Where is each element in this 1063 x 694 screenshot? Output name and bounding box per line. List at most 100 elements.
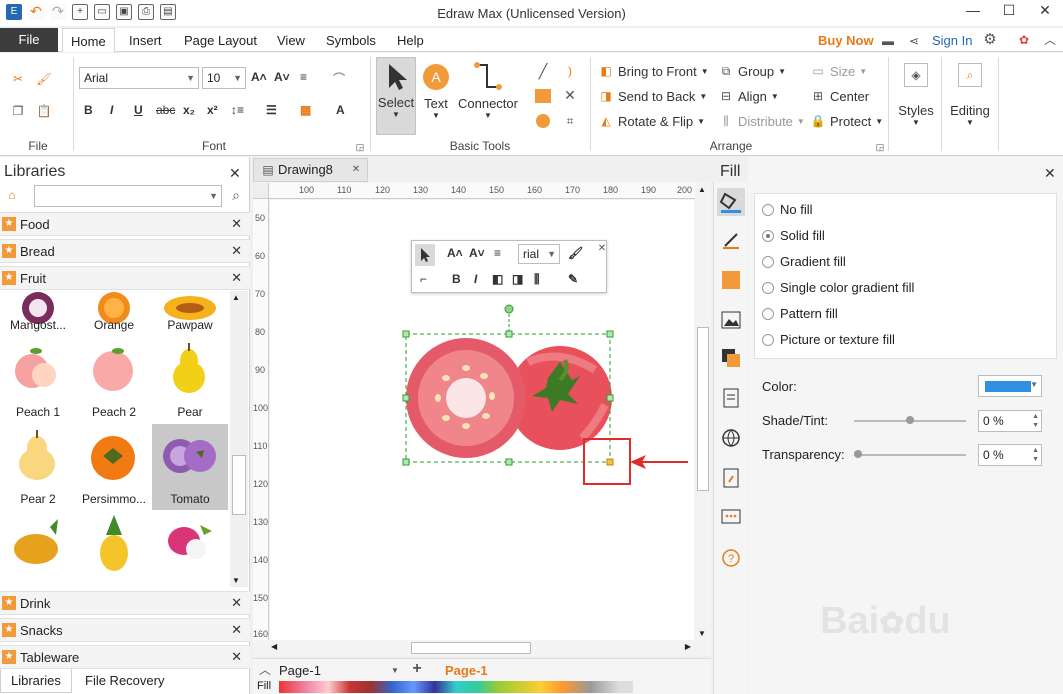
scroll-down-icon[interactable]: ▼ xyxy=(698,629,706,638)
arc-icon[interactable]: ) xyxy=(562,63,578,79)
scroll-up-icon[interactable]: ▲ xyxy=(232,293,240,302)
bold-icon[interactable]: B xyxy=(452,272,461,286)
close-icon[interactable]: ✕ xyxy=(229,165,241,182)
rotate-flip-button[interactable]: ◭ Rotate & Flip ▼ xyxy=(598,113,705,129)
shade-tint-input[interactable]: 0 % ▲ ▼ xyxy=(978,410,1042,432)
resize-handle[interactable] xyxy=(606,394,614,402)
scrollbar-thumb[interactable] xyxy=(411,642,531,654)
search-icon[interactable]: ⌕ xyxy=(228,187,244,203)
home-icon[interactable]: ⌂ xyxy=(4,187,20,203)
radio-button[interactable] xyxy=(762,229,774,242)
tab-file-recovery[interactable]: File Recovery xyxy=(75,669,174,693)
comment-icon[interactable] xyxy=(721,508,741,528)
radio-picture-texture-fill[interactable]: Picture or texture fill xyxy=(762,332,895,347)
radio-pattern-fill[interactable]: Pattern fill xyxy=(762,306,838,321)
dialog-launcher-icon[interactable]: ◲ xyxy=(872,139,888,155)
page-select[interactable]: Page-1 xyxy=(279,663,321,678)
select-tool-button[interactable]: Select ▼ xyxy=(376,57,416,135)
close-icon[interactable]: ✕ xyxy=(231,243,242,259)
attachment-icon[interactable] xyxy=(721,468,741,488)
shape-pear-2[interactable]: Pear 2 xyxy=(0,424,76,510)
shape-persimmon[interactable]: Persimmo... xyxy=(76,424,152,510)
rotate-handle[interactable] xyxy=(504,304,514,314)
shape-tomato[interactable]: Tomato xyxy=(152,424,228,510)
send-to-back-button[interactable]: ◨ Send to Back ▼ xyxy=(598,88,707,104)
group-button[interactable]: ⧉ Group ▼ xyxy=(718,63,786,79)
collapse-ribbon-icon[interactable]: ︿ xyxy=(1042,32,1058,48)
tab-page-layout[interactable]: Page Layout xyxy=(184,28,257,52)
sign-in-link[interactable]: Sign In xyxy=(932,33,972,48)
scroll-down-icon[interactable]: ▼ xyxy=(232,576,240,585)
strikethrough-icon[interactable]: abc xyxy=(156,103,175,117)
close-icon[interactable]: ✕ xyxy=(231,622,242,638)
shape-mangosteen[interactable]: Mangost... xyxy=(0,290,76,336)
document-tab[interactable]: ▤ Drawing8 ✕ xyxy=(253,158,368,182)
format-painter-icon[interactable]: 🖌 xyxy=(568,246,583,260)
tab-symbols[interactable]: Symbols xyxy=(326,28,376,52)
tab-home[interactable]: Home xyxy=(62,28,115,52)
cross-icon[interactable]: ✕ xyxy=(562,87,578,103)
resize-handle[interactable] xyxy=(402,330,410,338)
cart-icon[interactable]: ▬ xyxy=(880,33,896,49)
shadow-color-icon[interactable] xyxy=(721,270,741,290)
scroll-up-icon[interactable]: ▲ xyxy=(698,185,706,194)
close-icon[interactable]: ✕ xyxy=(231,595,242,611)
share-icon[interactable]: ⋖ xyxy=(906,33,922,49)
align-icon[interactable]: ≡ xyxy=(494,246,501,260)
superscript-icon[interactable]: x² xyxy=(207,103,218,117)
library-category[interactable]: ★ Bread ✕ xyxy=(0,239,250,263)
spinner-arrows-icon[interactable]: ▲ ▼ xyxy=(1032,412,1039,430)
italic-icon[interactable]: I xyxy=(110,103,113,117)
text-tool-button[interactable]: A Text ▼ xyxy=(419,57,453,120)
shape-peach-2[interactable]: Peach 2 xyxy=(76,337,152,423)
radio-button[interactable] xyxy=(762,255,774,268)
shrink-font-icon[interactable]: A˅ xyxy=(469,246,485,260)
bring-to-front-button[interactable]: ◧ Bring to Front ▼ xyxy=(598,63,708,79)
chevron-up-icon[interactable]: ︿ xyxy=(257,662,273,678)
styles-button[interactable]: ◈ Styles ▼ xyxy=(894,63,938,127)
library-category[interactable]: ★ Snacks ✕ xyxy=(0,618,250,642)
spinner-arrows-icon[interactable]: ▲ ▼ xyxy=(1032,446,1039,464)
tab-file[interactable]: File xyxy=(0,28,58,52)
italic-icon[interactable]: I xyxy=(474,272,477,286)
help-icon[interactable]: ? xyxy=(721,548,741,568)
shape-orange[interactable]: Orange xyxy=(76,290,152,336)
tab-libraries[interactable]: Libraries xyxy=(0,669,72,693)
radio-no-fill[interactable]: No fill xyxy=(762,202,813,217)
horizontal-scrollbar[interactable]: ◀ ▶ xyxy=(269,640,695,656)
resize-handle[interactable] xyxy=(505,458,513,466)
scrollbar-thumb[interactable] xyxy=(232,455,246,515)
fill-tool-icon[interactable] xyxy=(717,188,745,216)
connector-tool-button[interactable]: Connector ▼ xyxy=(456,57,520,120)
scrollbar-thumb[interactable] xyxy=(697,327,709,491)
ellipse-icon[interactable] xyxy=(535,113,551,129)
slider-knob[interactable] xyxy=(854,450,862,458)
tab-help[interactable]: Help xyxy=(397,28,424,52)
image-icon[interactable] xyxy=(721,310,741,330)
line-style-icon[interactable]: ✎ xyxy=(568,272,578,286)
active-page-tab[interactable]: Page-1 xyxy=(445,663,488,678)
close-icon[interactable]: ✕ xyxy=(231,216,242,232)
line-tool-icon[interactable] xyxy=(721,230,741,250)
scroll-left-icon[interactable]: ◀ xyxy=(271,642,277,651)
connector-style-icon[interactable]: ⌐ xyxy=(420,272,427,286)
color-picker[interactable]: ▼ xyxy=(978,375,1042,397)
pointer-icon[interactable] xyxy=(415,244,435,266)
shape-pineapple-2[interactable] xyxy=(76,511,152,590)
underline-icon[interactable]: U xyxy=(134,103,143,117)
shape-dragon-fruit[interactable] xyxy=(152,511,228,590)
radio-button[interactable] xyxy=(762,307,774,320)
size-button[interactable]: ▭ Size ▼ xyxy=(810,63,867,79)
close-tab-icon[interactable]: ✕ xyxy=(348,162,364,178)
line-icon[interactable]: ╱ xyxy=(535,63,551,79)
protect-button[interactable]: 🔒 Protect ▼ xyxy=(810,113,884,129)
distribute-button[interactable]: ⫼ Distribute ▼ xyxy=(718,113,805,129)
radio-solid-fill[interactable]: Solid fill xyxy=(762,228,825,243)
buy-now-link[interactable]: Buy Now xyxy=(818,33,874,48)
transparency-slider[interactable] xyxy=(854,454,966,456)
float-font-select[interactable]: rial ▼ xyxy=(518,244,560,264)
radio-button[interactable] xyxy=(762,281,774,294)
bold-icon[interactable]: B xyxy=(84,103,93,117)
library-category[interactable]: ★ Fruit ✕ xyxy=(0,266,250,290)
shape-pineapple-1[interactable] xyxy=(0,511,76,590)
